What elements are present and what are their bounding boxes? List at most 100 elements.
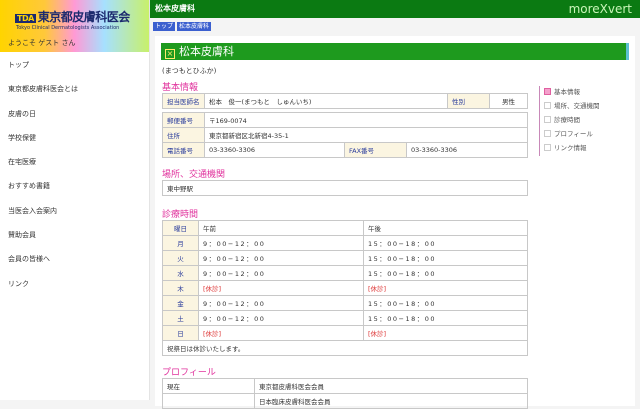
profile-cell [162,393,255,409]
hours-cell: 15：00−18：00 [363,235,528,251]
access-value: 東中野駅 [162,180,528,196]
weekday-cell: 火 [162,250,199,266]
logo-subtitle: Tokyo Clinical Dermatologists Associatio… [16,25,120,31]
sidebar-item-link[interactable]: 学校保健 [0,126,149,150]
hours-cell: 9：00−12：00 [198,235,364,251]
sidebar-item: 学校保健 [0,126,149,150]
sidebar-item: 賛助会員 [0,223,149,247]
logo-text: 東京都皮膚科医会 [37,10,131,24]
sidebar-item: 会員の皆様へ [0,247,149,271]
sidebar-item: トップ [0,53,149,77]
checkbox-icon [544,116,551,123]
welcome-text: ようこそ ゲスト さん [8,39,76,47]
page-index-item[interactable]: 基本情報 [544,86,600,100]
weekday-cell: 土 [162,310,199,326]
page-index-nav: 基本情報場所、交通機関 診療時間プロフィール リンク情報 [539,86,600,156]
sidebar-nav: トップ 東京都皮膚科医会とは 皮膚の日 学校保健 在宅医療 おすすめ書籍 当医会入会案内 賛助… [0,53,149,296]
hours-cell: [休診] [363,280,528,296]
tel-value: 03-3360-3306 [204,142,345,158]
sidebar-item-link[interactable]: 東京都皮膚科医会とは [0,77,149,101]
sidebar-item: 当医会入会案内 [0,199,149,223]
section-hours-heading: 診療時間 [162,210,199,220]
sidebar-item-link[interactable]: 在宅医療 [0,150,149,174]
profile-cell: 日本臨床皮膚科医会会員 [254,393,528,409]
tel-label: 電話番号 [162,142,205,158]
hours-table: 曜日 午前 午後月 9：00−12：00 15：00−18：00 火 9：00−12：00 1… [162,220,528,356]
hours-note-row: 祝祭日は休診いたします。 [162,340,528,356]
doctor-value: 松本 俊一(まつもと しゅんいち) [204,93,448,109]
profile-row: 現在 東京都皮膚科医会会員 [162,378,528,394]
page-title: × 松本皮膚科 [161,43,629,60]
hours-cell: 15：00−18：00 [363,265,528,281]
hours-cell: [休診] [198,280,364,296]
hours-cell: [休診] [198,325,364,341]
sidebar-item-link[interactable]: リンク [0,272,149,296]
sidebar: TDA 東京都皮膚科医会 Tokyo Clinical Dermatologist… [0,0,150,400]
hours-cell: 9：00−12：00 [198,250,364,266]
breadcrumb-current: 松本皮膚科 [176,22,211,31]
page-kana: (まつもとひふか) [162,67,217,75]
profile-cell: 現在 [162,378,255,394]
access-table: 東中野駅 [162,180,528,196]
hours-cell: 15：00−18：00 [363,310,528,326]
brand-logo[interactable]: moreXvert [569,2,632,16]
hours-row: 月 9：00−12：00 15：00−18：00 [162,235,528,251]
logo-mark: TDA [15,14,36,23]
sidebar-item: 在宅医療 [0,150,149,174]
page-index-label: 診療時間 [554,116,580,124]
logo[interactable]: TDA 東京都皮膚科医会 Tokyo Clinical Dermatologist… [0,0,149,52]
hours-cell: 9：00−12：00 [198,295,364,311]
fax-value: 03-3360-3306 [406,142,528,158]
section-access-heading: 場所、交通機関 [162,170,226,180]
page-index-label: 基本情報 [554,88,580,96]
page-index-label: プロフィール [554,130,593,138]
hours-cell: 15：00−18：00 [363,250,528,266]
fax-label: FAX番号 [344,142,407,158]
hours-row: 水 9：00−12：00 15：00−18：00 [162,265,528,281]
checkbox-icon [544,144,551,151]
section-basic-heading: 基本情報 [162,83,199,93]
sex-value: 男性 [489,93,528,109]
hours-cell: [休診] [363,325,528,341]
weekday-cell: 木 [162,280,199,296]
sidebar-item-link[interactable]: トップ [0,53,149,77]
hours-col-header: 曜日 [162,220,199,236]
sidebar-item-link[interactable]: 会員の皆様へ [0,247,149,271]
hours-cell: 9：00−12：00 [198,310,364,326]
page-index-item[interactable]: 場所、交通機関 [544,100,600,114]
checkbox-icon: × [165,49,175,59]
sex-label: 性別 [447,93,490,109]
breadcrumb-top[interactable]: トップ [153,22,176,31]
hours-header-row: 曜日 午前 午後 [162,220,528,236]
weekday-cell: 水 [162,265,199,281]
checkbox-icon [544,88,551,95]
hours-row: 金 9：00−12：00 15：00−18：00 [162,295,528,311]
page-title-text: 松本皮膚科 [179,45,234,58]
sidebar-item: おすすめ書籍 [0,174,149,198]
page-index-item[interactable]: プロフィール [544,128,600,142]
address-label: 住所 [162,127,205,143]
hours-row: 土 9：00−12：00 15：00−18：00 [162,310,528,326]
breadcrumb: トップ 松本皮膚科 [153,21,211,31]
weekday-cell: 日 [162,325,199,341]
page-index-item[interactable]: リンク情報 [544,142,600,156]
profile-table: 現在 東京都皮膚科医会会員 日本臨床皮膚科医会会員 [162,378,528,409]
sidebar-item-link[interactable]: 皮膚の日 [0,102,149,126]
hours-col-header: 午後 [363,220,528,236]
header-bar: 松本皮膚科 moreXvert [150,0,640,18]
hours-col-header: 午前 [198,220,364,236]
checkbox-icon [544,102,551,109]
hours-row: 火 9：00−12：00 15：00−18：00 [162,250,528,266]
hours-note: 祝祭日は休診いたします。 [162,340,528,356]
sidebar-item-link[interactable]: 当医会入会案内 [0,199,149,223]
page-index-label: リンク情報 [554,144,587,152]
sidebar-item: 皮膚の日 [0,102,149,126]
zip-label: 郵便番号 [162,112,205,128]
sidebar-item: 東京都皮膚科医会とは [0,77,149,101]
sidebar-item-link[interactable]: おすすめ書籍 [0,174,149,198]
page-index-label: 場所、交通機関 [554,102,600,110]
sidebar-item-link[interactable]: 賛助会員 [0,223,149,247]
page-index-item[interactable]: 診療時間 [544,114,600,128]
profile-cell: 東京都皮膚科医会会員 [254,378,528,394]
doctor-table: 担当医師名 松本 俊一(まつもと しゅんいち) 性別 男性 [162,93,528,109]
